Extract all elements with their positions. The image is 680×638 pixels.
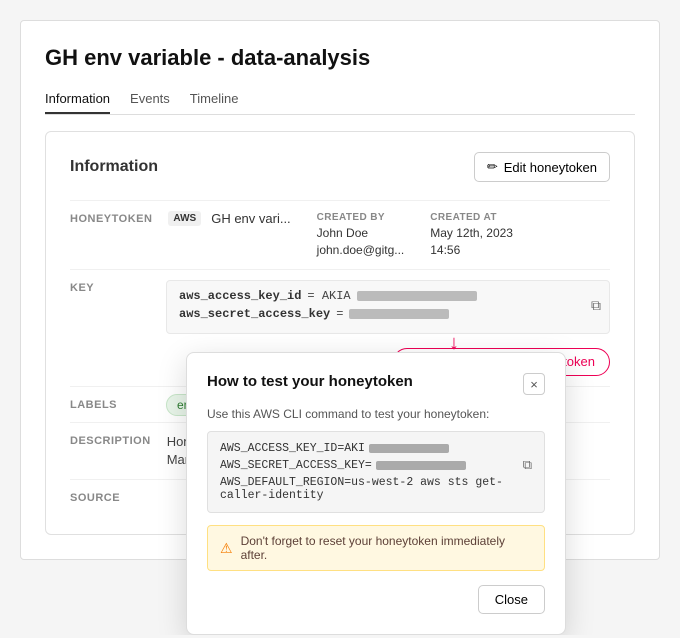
warning-text: Don't forget to reset your honeytoken im…	[241, 534, 532, 562]
card-header: Information ✏ Edit honeytoken	[70, 152, 610, 182]
description-label: DESCRIPTION	[70, 433, 151, 447]
page-title: GH env variable - data-analysis	[45, 45, 635, 71]
key-val-blur-1	[357, 291, 477, 301]
created-by-group: CREATED BY John Doejohn.doe@gitg...	[317, 211, 405, 259]
cli-text-2: AWS_SECRET_ACCESS_KEY=	[220, 459, 372, 472]
key-name-1: aws_access_key_id	[179, 289, 301, 303]
page-wrapper: GH env variable - data-analysis Informat…	[20, 20, 660, 560]
tab-events[interactable]: Events	[130, 85, 170, 114]
modal-header: How to test your honeytoken ×	[207, 373, 545, 395]
card-title: Information	[70, 158, 158, 176]
tab-timeline[interactable]: Timeline	[190, 85, 239, 114]
honeytoken-row: HONEYTOKEN AWS GH env vari... CREATED BY…	[70, 200, 610, 269]
key-line-1: aws_access_key_id = AKIA	[179, 289, 597, 303]
edit-button-label: Edit honeytoken	[504, 160, 597, 175]
tab-information[interactable]: Information	[45, 85, 110, 114]
cli-copy-icon[interactable]: ⧉	[523, 458, 532, 473]
honeytoken-info: AWS GH env vari...	[168, 211, 290, 226]
modal-subtitle: Use this AWS CLI command to test your ho…	[207, 407, 545, 421]
cli-text-3: AWS_DEFAULT_REGION=us-west-2 aws sts get…	[220, 476, 532, 502]
created-by-label: CREATED BY	[317, 211, 405, 225]
pencil-icon: ✏	[487, 159, 498, 175]
how-to-test-modal: How to test your honeytoken × Use this A…	[186, 352, 566, 635]
modal-title: How to test your honeytoken	[207, 373, 413, 390]
key-equals-1: = AKIA	[307, 289, 350, 303]
key-label: KEY	[70, 280, 150, 294]
tab-bar: Information Events Timeline	[45, 85, 635, 115]
key-equals-2: =	[336, 307, 343, 321]
copy-key-icon[interactable]: ⧉	[591, 299, 601, 315]
modal-close-button[interactable]: ×	[523, 373, 545, 395]
key-box: aws_access_key_id = AKIA aws_secret_acce…	[166, 280, 610, 334]
warning-box: ⚠ Don't forget to reset your honeytoken …	[207, 525, 545, 571]
key-name-2: aws_secret_access_key	[179, 307, 330, 321]
info-card: Information ✏ Edit honeytoken HONEYTOKEN…	[45, 131, 635, 535]
key-line-2: aws_secret_access_key =	[179, 307, 597, 321]
labels-label: LABELS	[70, 397, 150, 411]
cli-blur-2	[376, 461, 466, 470]
edit-honeytoken-button[interactable]: ✏ Edit honeytoken	[474, 152, 610, 182]
created-at-label: CREATED AT	[430, 211, 513, 225]
modal-footer: Close	[207, 585, 545, 614]
cli-line-1: AWS_ACCESS_KEY_ID=AKI	[220, 442, 532, 455]
cli-line-2: AWS_SECRET_ACCESS_KEY= ⧉	[220, 458, 532, 473]
cli-text-1: AWS_ACCESS_KEY_ID=AKI	[220, 442, 365, 455]
aws-badge: AWS	[168, 211, 201, 226]
created-by-value: John Doejohn.doe@gitg...	[317, 225, 405, 259]
created-at-group: CREATED AT May 12th, 202314:56	[430, 211, 513, 259]
cli-blur-1	[369, 444, 449, 453]
cli-line-3: AWS_DEFAULT_REGION=us-west-2 aws sts get…	[220, 476, 532, 502]
cli-box: AWS_ACCESS_KEY_ID=AKI AWS_SECRET_ACCESS_…	[207, 431, 545, 513]
modal-close-button-bottom[interactable]: Close	[478, 585, 545, 614]
honeytoken-label: HONEYTOKEN	[70, 211, 152, 225]
source-label: SOURCE	[70, 490, 150, 504]
warning-icon: ⚠	[220, 540, 233, 557]
created-at-value: May 12th, 202314:56	[430, 225, 513, 259]
honeytoken-name: GH env vari...	[211, 211, 290, 226]
key-val-blur-2	[349, 309, 449, 319]
